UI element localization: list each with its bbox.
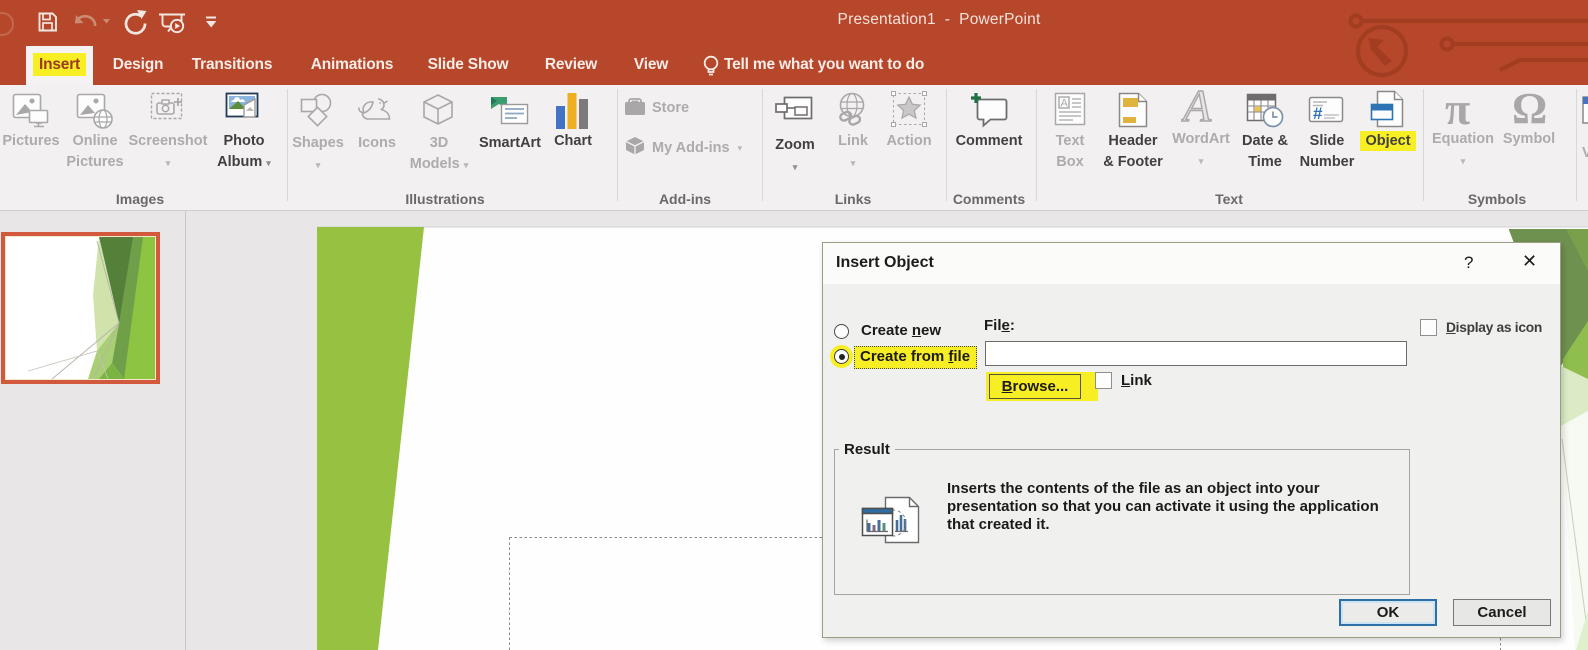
- svg-text:#: #: [1313, 104, 1323, 123]
- svg-text:A: A: [1061, 98, 1069, 110]
- svg-text:Ω: Ω: [1512, 89, 1546, 129]
- svg-text:A: A: [1181, 89, 1212, 129]
- svg-text:π: π: [1445, 89, 1470, 129]
